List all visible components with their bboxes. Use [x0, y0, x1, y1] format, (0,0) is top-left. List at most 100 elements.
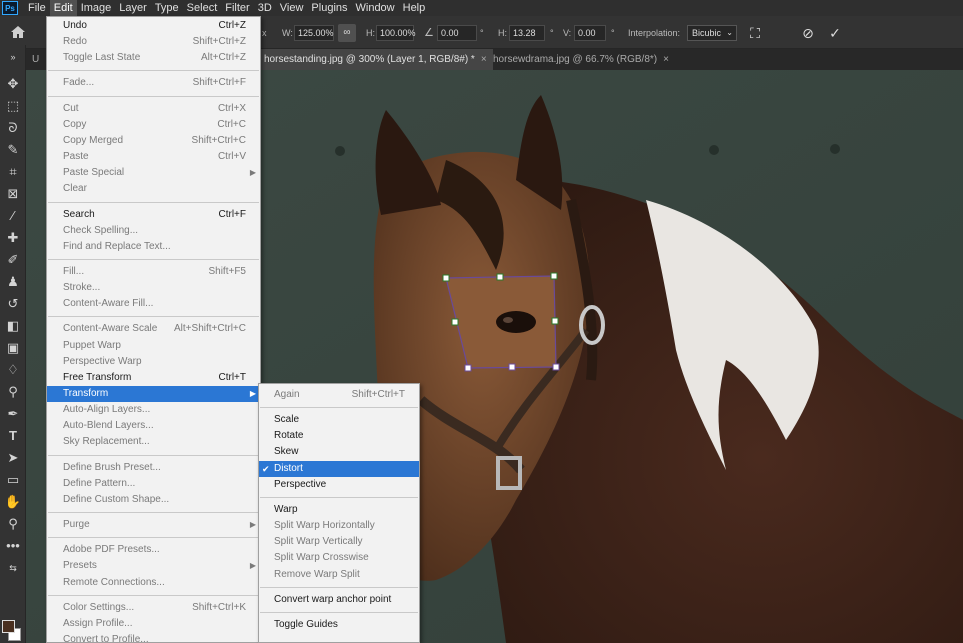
width-field[interactable]: 125.00%	[294, 25, 334, 41]
hand-tool-icon[interactable]: ✋	[4, 493, 22, 511]
edit-menu-item-search[interactable]: Search Ctrl+F	[47, 207, 260, 223]
history-brush-tool-icon[interactable]: ↺	[4, 295, 22, 313]
home-icon[interactable]	[10, 25, 26, 39]
edit-menu-item-content-aware-fill[interactable]: Content-Aware Fill...	[47, 296, 260, 312]
cancel-transform-icon[interactable]: ⊘	[799, 24, 817, 42]
edit-menu-item-undo[interactable]: Undo Ctrl+Z	[47, 18, 260, 34]
close-icon[interactable]: ×	[663, 54, 669, 65]
gradient-tool-icon[interactable]: ▣	[4, 339, 22, 357]
dodge-tool-icon[interactable]: ⚲	[4, 383, 22, 401]
edit-menu-item-find-and-replace-text[interactable]: Find and Replace Text...	[47, 239, 260, 255]
edit-menu-item-stroke[interactable]: Stroke...	[47, 280, 260, 296]
transform-menu-item-scale[interactable]: Scale	[259, 412, 419, 428]
menu-image[interactable]: Image	[77, 0, 116, 16]
close-icon[interactable]: ×	[481, 54, 487, 65]
edit-menu-item-free-transform[interactable]: Free Transform Ctrl+T	[47, 370, 260, 386]
menu-help[interactable]: Help	[399, 0, 430, 16]
tab-horsewdrama[interactable]: horsewdrama.jpg @ 66.7% (RGB/8*) ×	[487, 49, 675, 70]
link-icon[interactable]: ∞	[338, 24, 356, 42]
marquee-tool-icon[interactable]: ⬚	[4, 97, 22, 115]
menu-layer[interactable]: Layer	[115, 0, 151, 16]
edit-menu-item-auto-align-layers[interactable]: Auto-Align Layers...	[47, 402, 260, 418]
edit-menu-item-content-aware-scale[interactable]: Content-Aware Scale Alt+Shift+Ctrl+C	[47, 321, 260, 337]
type-tool-icon[interactable]: T	[4, 427, 22, 445]
edit-menu-item-cut[interactable]: Cut Ctrl+X	[47, 101, 260, 117]
menu-3d[interactable]: 3D	[254, 0, 276, 16]
transform-menu-item-distort[interactable]: ✔ Distort	[259, 460, 419, 477]
transform-menu-item-perspective[interactable]: Perspective	[259, 477, 419, 493]
edit-menu-item-convert-to-profile[interactable]: Convert to Profile...	[47, 632, 260, 643]
default-colors-icon[interactable]: ⇆	[4, 559, 22, 577]
edit-menu-item-auto-blend-layers[interactable]: Auto-Blend Layers...	[47, 418, 260, 434]
menu-type[interactable]: Type	[151, 0, 183, 16]
transform-menu-item-skew[interactable]: Skew	[259, 444, 419, 460]
warp-toggle-icon[interactable]: ⛶	[746, 24, 764, 42]
edit-menu-item-define-custom-shape[interactable]: Define Custom Shape...	[47, 492, 260, 508]
eyedropper-tool-icon[interactable]: ⁄	[4, 207, 22, 225]
menu-filter[interactable]: Filter	[221, 0, 253, 16]
transform-menu-item-split-warp-horizontally[interactable]: Split Warp Horizontally	[259, 518, 419, 534]
edit-menu-item-toggle-last-state[interactable]: Toggle Last State Alt+Ctrl+Z	[47, 50, 260, 66]
edit-menu-item-redo[interactable]: Redo Shift+Ctrl+Z	[47, 34, 260, 50]
edit-menu-item-presets[interactable]: Presets ▶	[47, 558, 260, 574]
commit-transform-icon[interactable]: ✓	[826, 24, 844, 42]
edit-menu-item-clear[interactable]: Clear	[47, 181, 260, 197]
menu-edit[interactable]: Edit	[49, 0, 77, 16]
edit-menu-item-transform[interactable]: Transform ▶	[47, 386, 260, 402]
transform-menu-item-rotate[interactable]: Rotate	[259, 428, 419, 444]
height-field[interactable]: 100.00%	[376, 25, 416, 41]
edit-menu-item-define-brush-preset[interactable]: Define Brush Preset...	[47, 460, 260, 476]
edit-menu-item-paste-special[interactable]: Paste Special ▶	[47, 165, 260, 181]
edit-menu-item-perspective-warp[interactable]: Perspective Warp	[47, 354, 260, 370]
foreground-color-swatch[interactable]	[2, 620, 15, 633]
transform-menu-item-convert-warp-anchor-point[interactable]: Convert warp anchor point	[259, 592, 419, 608]
lasso-tool-icon[interactable]: ᘐ	[4, 119, 22, 137]
transform-menu-item-split-warp-crosswise[interactable]: Split Warp Crosswise	[259, 550, 419, 566]
blur-tool-icon[interactable]: ♢	[4, 361, 22, 379]
edit-menu-item-fade[interactable]: Fade... Shift+Ctrl+F	[47, 75, 260, 91]
crop-tool-icon[interactable]: ⌗	[4, 163, 22, 181]
edit-menu-item-assign-profile[interactable]: Assign Profile...	[47, 616, 260, 632]
edit-menu-item-remote-connections[interactable]: Remote Connections...	[47, 575, 260, 591]
menu-view[interactable]: View	[276, 0, 308, 16]
edit-menu-item-puppet-warp[interactable]: Puppet Warp	[47, 338, 260, 354]
tab-horsestanding[interactable]: horsestanding.jpg @ 300% (Layer 1, RGB/8…	[258, 49, 493, 70]
stamp-tool-icon[interactable]: ♟	[4, 273, 22, 291]
move-tool-icon[interactable]: ✥	[4, 75, 22, 93]
edit-menu-item-copy[interactable]: Copy Ctrl+C	[47, 117, 260, 133]
edit-menu-item-copy-merged[interactable]: Copy Merged Shift+Ctrl+C	[47, 133, 260, 149]
vskew-field[interactable]: 0.00	[574, 25, 606, 41]
quick-select-tool-icon[interactable]: ✎	[4, 141, 22, 159]
brush-tool-icon[interactable]: ✐	[4, 251, 22, 269]
zoom-tool-icon[interactable]: ⚲	[4, 515, 22, 533]
transform-menu-item-split-warp-vertically[interactable]: Split Warp Vertically	[259, 534, 419, 550]
panel-collapse-icon[interactable]: »	[4, 48, 22, 66]
interpolation-select[interactable]: Bicubic ⌄	[687, 25, 737, 41]
menu-plugins[interactable]: Plugins	[307, 0, 351, 16]
more-tools-icon[interactable]: •••	[4, 537, 22, 555]
healing-brush-tool-icon[interactable]: ✚	[4, 229, 22, 247]
hskew-field[interactable]: 13.28	[509, 25, 545, 41]
edit-menu-item-color-settings[interactable]: Color Settings... Shift+Ctrl+K	[47, 600, 260, 616]
menu-select[interactable]: Select	[183, 0, 222, 16]
menu-window[interactable]: Window	[352, 0, 399, 16]
tab-hidden[interactable]: U	[26, 49, 46, 70]
menu-file[interactable]: File	[24, 0, 50, 16]
edit-menu-item-purge[interactable]: Purge ▶	[47, 517, 260, 533]
edit-menu-item-fill[interactable]: Fill... Shift+F5	[47, 264, 260, 280]
angle-field[interactable]: 0.00	[437, 25, 477, 41]
transform-menu-item-remove-warp-split[interactable]: Remove Warp Split	[259, 567, 419, 583]
frame-tool-icon[interactable]: ⊠	[4, 185, 22, 203]
eraser-tool-icon[interactable]: ◧	[4, 317, 22, 335]
rectangle-tool-icon[interactable]: ▭	[4, 471, 22, 489]
edit-menu-item-adobe-pdf-presets[interactable]: Adobe PDF Presets...	[47, 542, 260, 558]
path-select-tool-icon[interactable]: ➤	[4, 449, 22, 467]
edit-menu-item-sky-replacement[interactable]: Sky Replacement...	[47, 434, 260, 450]
transform-menu-item-toggle-guides[interactable]: Toggle Guides	[259, 617, 419, 633]
edit-menu-item-paste[interactable]: Paste Ctrl+V	[47, 149, 260, 165]
edit-menu-item-define-pattern[interactable]: Define Pattern...	[47, 476, 260, 492]
transform-menu-item-warp[interactable]: Warp	[259, 502, 419, 518]
transform-menu-item-again[interactable]: Again Shift+Ctrl+T	[259, 387, 419, 403]
pen-tool-icon[interactable]: ✒	[4, 405, 22, 423]
edit-menu-item-check-spelling[interactable]: Check Spelling...	[47, 223, 260, 239]
